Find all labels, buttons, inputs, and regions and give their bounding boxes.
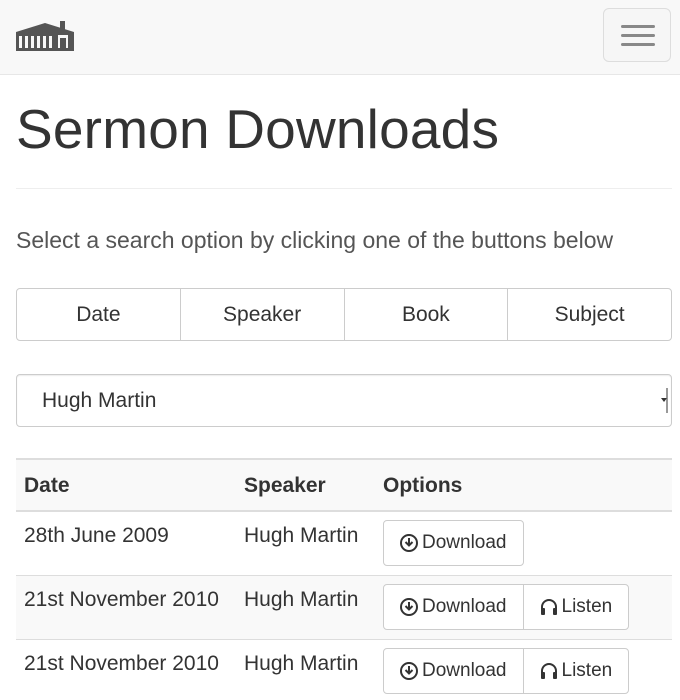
header-date: Date — [16, 458, 236, 512]
download-label: Download — [422, 659, 507, 681]
headphones-icon — [540, 598, 557, 615]
row-options: Download Listen — [383, 583, 630, 630]
hamburger-bar — [621, 34, 655, 37]
cell-date: 21st November 2010 — [16, 574, 236, 639]
cell-options: Download — [375, 510, 672, 575]
download-label: Download — [422, 532, 507, 553]
subject-button[interactable]: Subject — [507, 288, 672, 341]
table-header-row: Date Speaker Options — [16, 458, 672, 512]
listen-button[interactable]: Listen — [522, 647, 630, 694]
speaker-select-value: Hugh Martin — [42, 389, 157, 412]
book-button[interactable]: Book — [343, 288, 509, 341]
sermon-table: Date Speaker Options 28th June 2009 Hugh … — [16, 458, 672, 700]
download-button[interactable]: Download — [383, 520, 524, 566]
download-label: Download — [422, 595, 507, 617]
navbar — [0, 0, 680, 75]
church-building-icon[interactable] — [16, 21, 74, 51]
date-button[interactable]: Date — [16, 288, 181, 341]
lead-text: Select a search option by clicking one o… — [16, 227, 614, 253]
download-circle-icon — [400, 534, 418, 552]
table-row: 21st November 2010 Hugh Martin Download Lis… — [16, 574, 672, 639]
speaker-button[interactable]: Speaker — [179, 288, 345, 341]
row-options: Download Listen — [383, 647, 630, 694]
hamburger-menu-icon — [621, 25, 655, 28]
header-options: Options — [375, 458, 672, 512]
listen-label: Listen — [561, 595, 613, 617]
cell-options: Download Listen — [375, 574, 672, 639]
download-circle-icon — [400, 661, 418, 680]
table-row: 21st November 2010 Hugh Martin Download Lis… — [16, 638, 672, 700]
select-arrow-icon — [660, 388, 668, 413]
divider — [16, 188, 672, 189]
hamburger-menu-button[interactable] — [603, 8, 671, 62]
cell-speaker: Hugh Martin — [236, 510, 375, 575]
table-row: 28th June 2009 Hugh Martin Download — [16, 510, 672, 575]
hamburger-bar — [621, 43, 655, 46]
cell-options: Download Listen — [375, 638, 672, 700]
download-button[interactable]: Download — [383, 583, 524, 630]
cell-speaker: Hugh Martin — [236, 638, 375, 700]
row-options: Download — [383, 520, 524, 566]
speaker-select[interactable]: Hugh Martin — [16, 374, 672, 427]
search-option-group: Date Speaker Book Subject — [16, 288, 672, 341]
download-button[interactable]: Download — [383, 647, 524, 694]
download-circle-icon — [400, 597, 418, 616]
listen-button[interactable]: Listen — [522, 583, 630, 630]
header-speaker: Speaker — [236, 458, 375, 512]
page-title: Sermon Downloads — [16, 98, 500, 160]
cell-date: 21st November 2010 — [16, 638, 236, 700]
cell-speaker: Hugh Martin — [236, 574, 375, 639]
cell-date: 28th June 2009 — [16, 510, 236, 575]
headphones-icon — [540, 662, 557, 679]
listen-label: Listen — [561, 659, 613, 681]
